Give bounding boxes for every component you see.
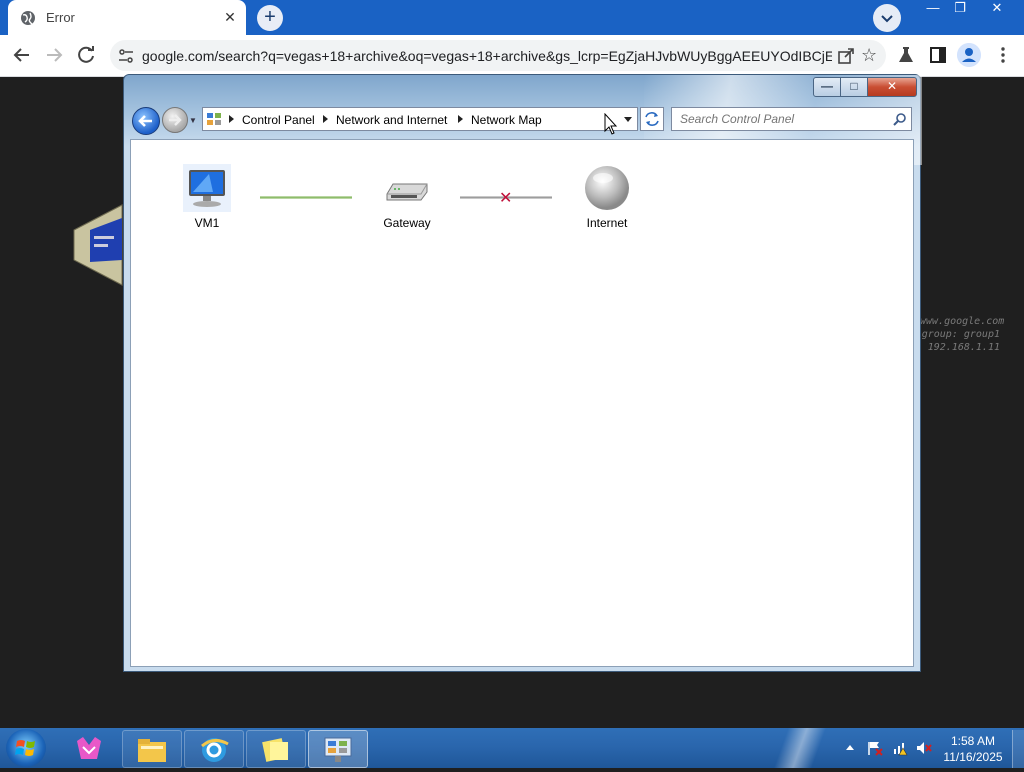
breadcrumb-separator-icon (458, 115, 463, 123)
search-input[interactable] (678, 111, 882, 127)
computer-monitor-icon (183, 164, 231, 212)
bg-text-line: www.google.com (920, 316, 1005, 327)
node-label: VM1 (194, 216, 220, 230)
browser-restore-button[interactable]: ❐ (947, 0, 973, 18)
bookmark-star-icon[interactable]: ☆ (861, 45, 877, 66)
broken-connection-x-icon[interactable]: ✕ (499, 188, 512, 208)
recent-pages-dropdown-icon[interactable]: ▼ (189, 116, 197, 125)
show-desktop-button[interactable] (1012, 730, 1024, 768)
browser-minimize-button[interactable]: — (920, 0, 946, 18)
window-close-button[interactable]: ✕ (867, 77, 917, 97)
taskbar-app-notes[interactable] (246, 730, 306, 768)
tab-title: Error (46, 10, 75, 25)
node-label: Gateway (383, 216, 431, 230)
clock-date: 11/16/2025 (943, 750, 1003, 764)
browser-globe-icon (201, 738, 229, 762)
folder-icon (138, 739, 166, 762)
node-internet[interactable]: Internet (562, 164, 652, 230)
window-maximize-button[interactable]: □ (840, 77, 868, 97)
system-clock[interactable]: 1:58 AM 11/16/2025 (936, 733, 1010, 765)
search-icon[interactable] (893, 112, 907, 126)
bg-text-line: 192.168.1.11 (927, 342, 1000, 353)
forward-arrow-icon (169, 114, 182, 126)
node-vm1[interactable]: VM1 (162, 164, 252, 230)
taskbar-app-explorer[interactable] (122, 730, 182, 768)
back-button[interactable] (132, 107, 160, 135)
side-panel-icon[interactable] (928, 45, 948, 65)
breadcrumb-network-map[interactable]: Network Map (471, 113, 542, 127)
breadcrumb-control-panel[interactable]: Control Panel (242, 113, 315, 127)
browser-toolbar: google.com/search?q=vegas+18+archive&oq=… (0, 35, 1024, 77)
new-tab-button[interactable]: + (257, 5, 283, 31)
profile-avatar-icon[interactable] (957, 43, 981, 67)
explorer-address-bar[interactable]: Control Panel Network and Internet Netwo… (202, 107, 638, 131)
breadcrumb-separator-icon (229, 115, 234, 123)
browser-tabstrip: Error ✕ + — ❐ ✕ (0, 0, 1024, 35)
network-warning-icon[interactable] (892, 740, 908, 756)
internet-globe-icon (585, 166, 629, 210)
connection-line-ok (260, 196, 352, 199)
site-settings-icon[interactable] (118, 48, 134, 64)
window-minimize-button[interactable]: — (813, 77, 841, 97)
sticky-notes-icon (262, 738, 288, 762)
forward-arrow-icon[interactable] (43, 44, 65, 66)
show-hidden-icons-arrow-icon[interactable] (846, 745, 854, 750)
tab-close-icon[interactable]: ✕ (222, 9, 238, 25)
menu-kebab-icon[interactable] (993, 45, 1013, 65)
background-computer-graphic (73, 204, 123, 286)
tab-search-button[interactable] (873, 4, 901, 32)
control-panel-icon (207, 113, 221, 125)
taskbar-app-control-panel[interactable] (308, 730, 368, 768)
address-bar[interactable]: google.com/search?q=vegas+18+archive&oq=… (110, 40, 886, 71)
search-control-panel-box[interactable] (671, 107, 912, 131)
volume-muted-icon[interactable] (916, 740, 932, 756)
url-text[interactable]: google.com/search?q=vegas+18+archive&oq=… (142, 48, 832, 64)
node-gateway[interactable]: Gateway (362, 164, 452, 230)
windows-logo-icon (15, 740, 35, 756)
start-button[interactable] (6, 729, 46, 767)
network-map-panel: VM1 Gateway ✕ Internet (130, 139, 914, 667)
address-history-dropdown-icon[interactable] (624, 117, 632, 122)
action-center-flag-icon[interactable] (867, 740, 883, 756)
reload-icon[interactable] (75, 44, 97, 66)
breadcrumb-separator-icon (323, 115, 328, 123)
network-map-window: — □ ✕ ▼ Control Panel Network and Intern… (123, 74, 922, 672)
browser-tab-error[interactable]: Error ✕ (8, 0, 246, 35)
mouse-pointer-icon (604, 113, 618, 135)
share-icon[interactable] (837, 47, 855, 65)
globe-icon (21, 10, 35, 25)
refresh-button[interactable] (640, 107, 664, 131)
extension-lab-icon[interactable] (896, 45, 916, 65)
browser-close-button[interactable]: ✕ (984, 0, 1010, 18)
taskbar-app-ie[interactable] (184, 730, 244, 768)
pink-app-icon (77, 737, 101, 759)
router-icon (386, 183, 428, 201)
clock-time: 1:58 AM (950, 734, 996, 748)
background-info-text: www.google.com group: group1 192.168.1.1… (920, 315, 1005, 354)
control-panel-icon (324, 737, 352, 762)
bg-text-line: group: group1 (921, 329, 1000, 340)
node-label: Internet (586, 216, 628, 230)
breadcrumb-network-and-internet[interactable]: Network and Internet (336, 113, 447, 127)
taskbar-app-pink[interactable] (60, 730, 118, 766)
back-arrow-icon (138, 115, 152, 127)
forward-button[interactable] (162, 107, 188, 133)
refresh-icon (645, 112, 659, 126)
back-arrow-icon[interactable] (11, 44, 33, 66)
chevron-down-icon (881, 15, 893, 23)
